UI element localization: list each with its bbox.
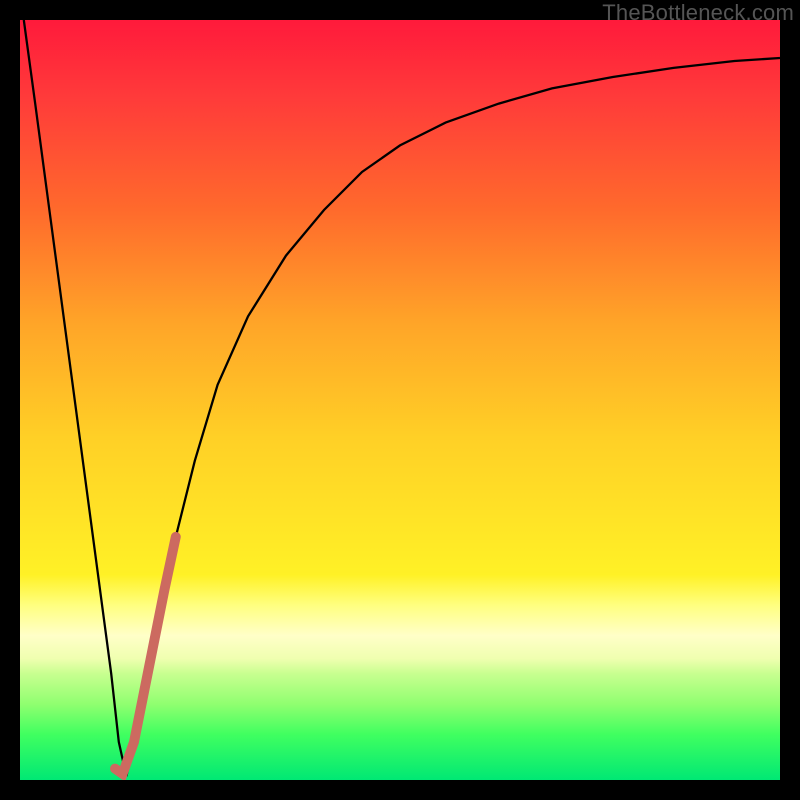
chart-plot-area [20,20,780,780]
highlight-segment [115,537,176,774]
chart-curves [20,20,780,780]
chart-frame: TheBottleneck.com [0,0,800,800]
watermark-text: TheBottleneck.com [602,0,794,26]
bottleneck-curve [24,20,780,776]
